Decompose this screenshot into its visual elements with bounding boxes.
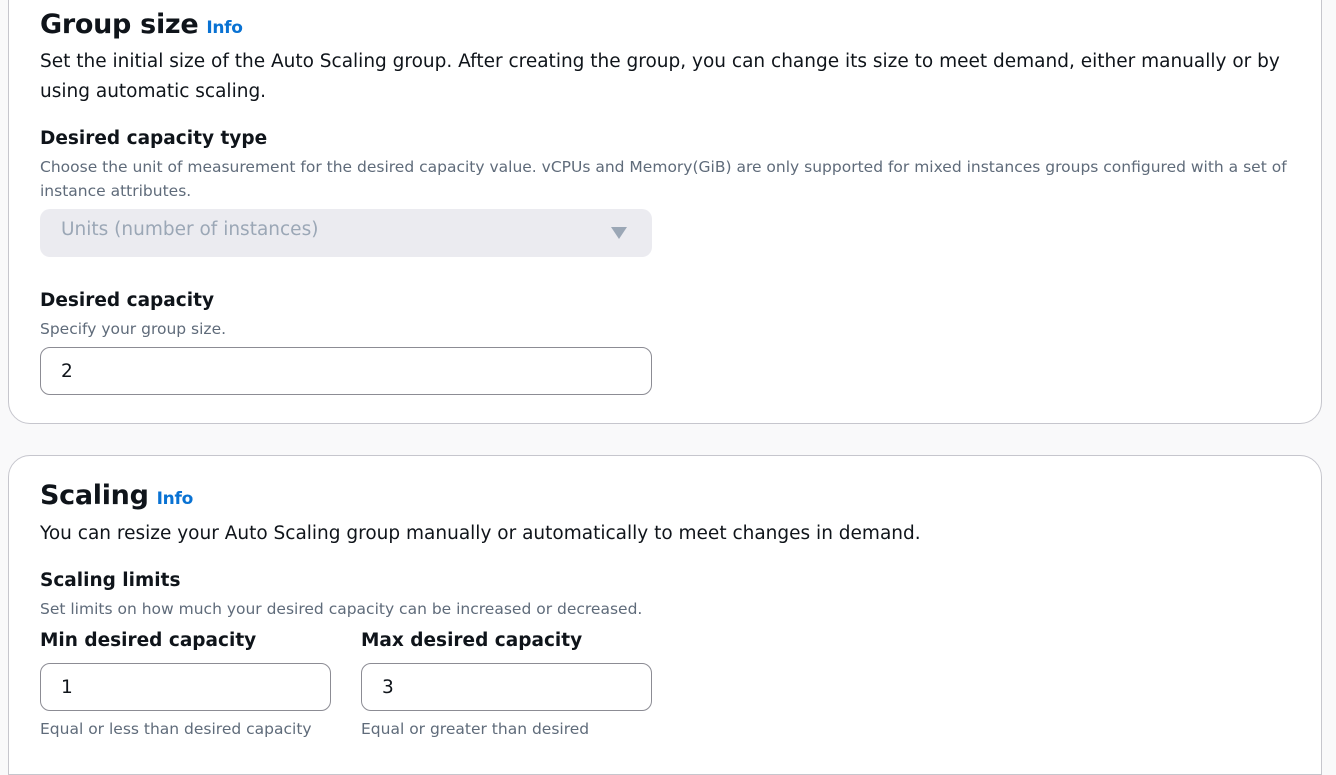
group-size-description: Set the initial size of the Auto Scaling… — [40, 51, 1280, 102]
scaling-limits-label: Scaling limits — [40, 570, 181, 591]
min-desired-capacity-label: Min desired capacity — [40, 630, 257, 651]
min-desired-capacity-hint: Equal or less than desired capacity — [40, 720, 312, 738]
group-size-panel: Group size Info Set the initial size of t… — [8, 0, 1322, 424]
group-size-info-link[interactable]: Info — [206, 18, 243, 38]
desired-capacity-input[interactable] — [40, 347, 652, 395]
desired-capacity-type-select[interactable]: Units (number of instances) — [40, 209, 652, 257]
scaling-limits-hint: Set limits on how much your desired capa… — [40, 600, 643, 618]
desired-capacity-type-hint: Choose the unit of measurement for the d… — [40, 158, 1287, 200]
max-desired-capacity-label: Max desired capacity — [361, 630, 583, 651]
scaling-panel: Scaling Info You can resize your Auto Sca… — [8, 455, 1322, 775]
scaling-description: You can resize your Auto Scaling group m… — [40, 523, 921, 544]
desired-capacity-label: Desired capacity — [40, 290, 214, 311]
scaling-heading: Scaling Info — [40, 480, 193, 511]
min-desired-capacity-input[interactable] — [40, 663, 331, 711]
desired-capacity-type-label: Desired capacity type — [40, 128, 268, 149]
scaling-title: Scaling — [40, 480, 149, 511]
max-desired-capacity-input[interactable] — [361, 663, 652, 711]
group-size-title: Group size — [40, 9, 199, 40]
group-size-heading: Group size Info — [40, 9, 243, 40]
max-desired-capacity-hint: Equal or greater than desired — [361, 720, 590, 738]
desired-capacity-hint: Specify your group size. — [40, 320, 227, 338]
desired-capacity-type-value: Units (number of instances) — [61, 219, 319, 240]
scaling-info-link[interactable]: Info — [157, 489, 194, 509]
caret-down-icon — [611, 227, 627, 239]
